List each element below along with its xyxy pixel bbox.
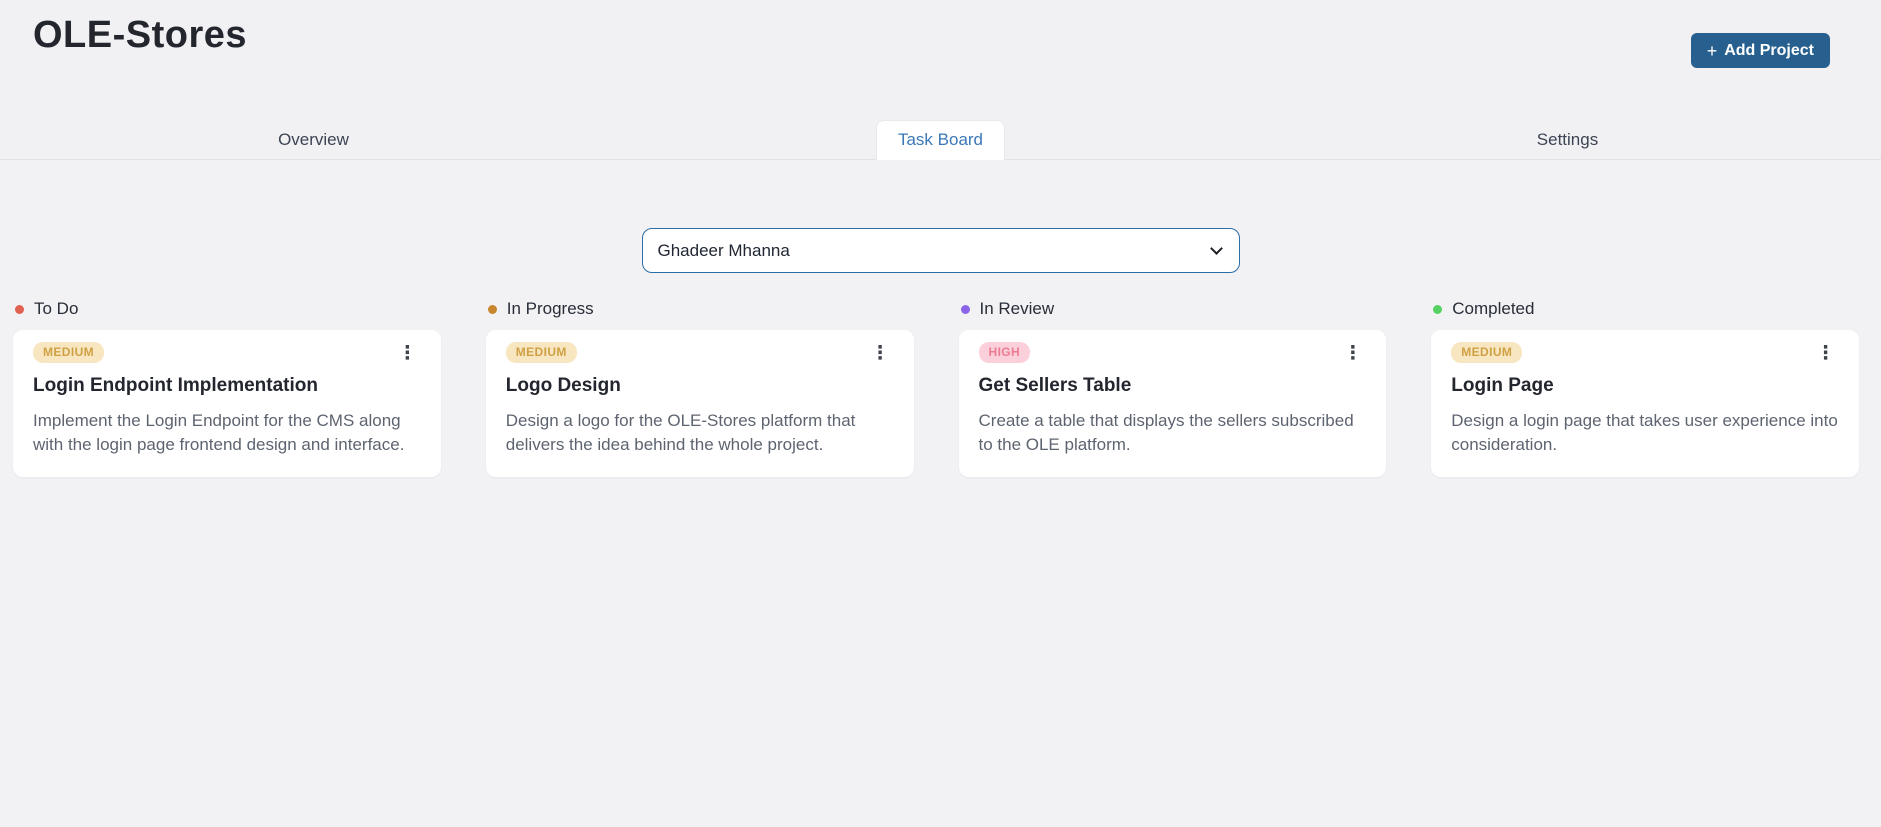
card-top-row: MEDIUM ⋮ [505,342,894,363]
priority-badge: MEDIUM [505,342,577,363]
column-header: In Progress [487,299,914,319]
task-card[interactable]: MEDIUM ⋮ Logo Design Design a logo for t… [485,330,914,477]
task-title: Login Page [1451,375,1554,396]
tab-slot-settings: Settings [1254,120,1881,160]
kanban-board: To Do MEDIUM ⋮ Login Endpoint Implementa… [0,299,1881,477]
task-description: Implement the Login Endpoint for the CMS… [33,411,405,455]
kebab-menu-icon[interactable]: ⋮ [1812,342,1839,363]
kebab-menu-icon[interactable]: ⋮ [867,342,894,363]
tab-slot-task-board: Task Board [627,119,1254,160]
task-description: Design a logo for the OLE-Stores platfor… [505,411,856,455]
kebab-menu-icon[interactable]: ⋮ [1339,342,1366,363]
tab-overview[interactable]: Overview [257,121,370,160]
app-root: OLE-Stores + Add Project Overview Task B… [0,0,1881,477]
assignee-select-wrap: Ghadeer Mhanna [641,228,1240,273]
add-project-button[interactable]: + Add Project [1690,33,1830,68]
column-completed: Completed MEDIUM ⋮ Login Page Design a l… [1431,299,1859,477]
task-title: Login Endpoint Implementation [33,375,318,396]
task-title: Get Sellers Table [978,375,1132,396]
column-in-review: In Review HIGH ⋮ Get Sellers Table Creat… [958,299,1387,477]
column-header: Completed [1433,299,1859,319]
column-header: In Review [960,299,1387,319]
task-card[interactable]: HIGH ⋮ Get Sellers Table Create a table … [958,330,1387,477]
column-title: Completed [1452,299,1535,318]
card-top-row: HIGH ⋮ [978,342,1367,363]
tab-bar: Overview Task Board Settings [0,119,1881,160]
status-dot [15,304,24,314]
status-dot [960,304,970,314]
task-description: Design a login page that takes user expe… [1451,411,1838,455]
column-title: In Progress [506,299,594,318]
tab-slot-overview: Overview [0,120,627,160]
task-card[interactable]: MEDIUM ⋮ Login Page Design a login page … [1431,330,1859,477]
assignee-select[interactable]: Ghadeer Mhanna [641,228,1240,273]
kebab-menu-icon[interactable]: ⋮ [394,342,421,363]
priority-badge: MEDIUM [33,342,105,363]
task-board-panel: Ghadeer Mhanna To Do MEDIUM ⋮ Login Endp… [0,160,1881,477]
task-title: Logo Design [505,375,621,396]
plus-icon: + [1706,40,1718,61]
tab-task-board[interactable]: Task Board [875,119,1006,160]
task-card[interactable]: MEDIUM ⋮ Login Endpoint Implementation I… [13,330,441,477]
page-title: OLE-Stores [33,14,248,56]
priority-badge: HIGH [978,342,1031,363]
task-description: Create a table that displays the sellers… [978,411,1354,455]
tab-settings[interactable]: Settings [1516,121,1619,160]
card-top-row: MEDIUM ⋮ [1451,342,1839,363]
add-project-label: Add Project [1724,41,1814,59]
status-dot [487,304,497,314]
header: OLE-Stores + Add Project Overview Task B… [0,0,1881,160]
column-in-progress: In Progress MEDIUM ⋮ Logo Design Design … [485,299,914,477]
column-to-do: To Do MEDIUM ⋮ Login Endpoint Implementa… [13,299,441,477]
card-top-row: MEDIUM ⋮ [33,342,421,363]
column-title: To Do [34,299,79,318]
column-title: In Review [979,299,1055,318]
status-dot [1433,304,1443,314]
priority-badge: MEDIUM [1451,342,1523,363]
column-header: To Do [15,299,441,319]
